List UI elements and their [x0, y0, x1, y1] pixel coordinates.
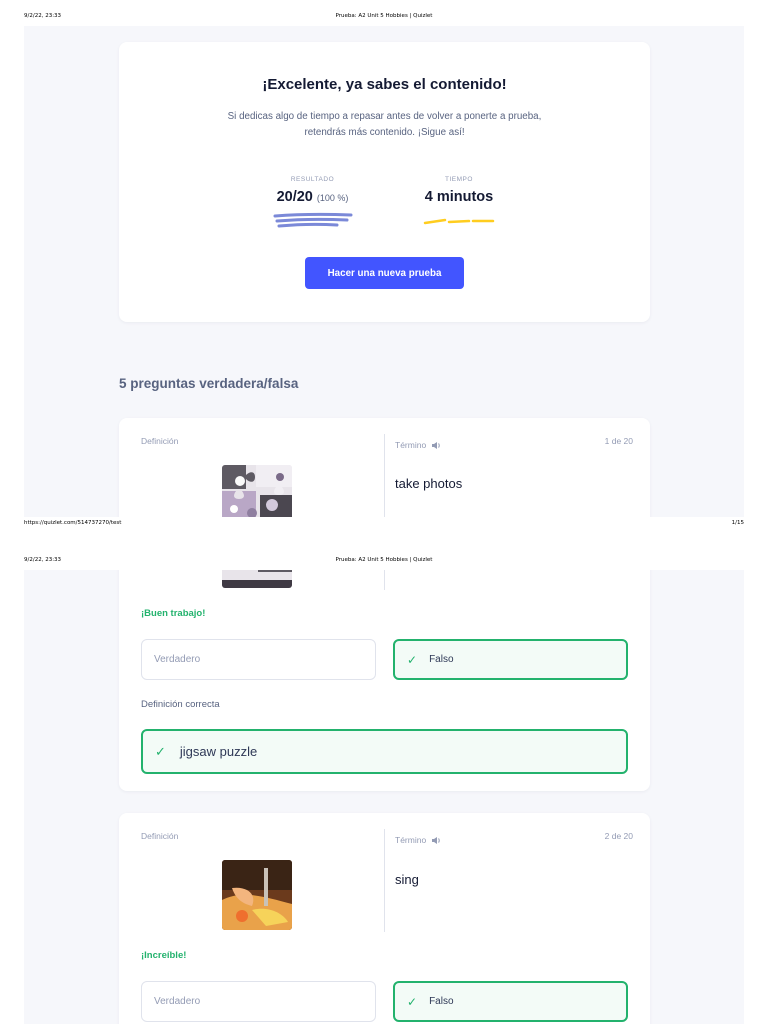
term-text: take photos: [395, 476, 463, 491]
option-true[interactable]: Verdadero: [141, 981, 376, 1022]
print-url: https://quizlet.com/514737270/test: [24, 520, 122, 526]
result-subtitle: Si dedicas algo de tiempo a repasar ante…: [227, 111, 542, 138]
column-divider: [384, 570, 385, 590]
question-counter: 2 de 20: [604, 831, 633, 841]
time-value: 4 minutos: [424, 189, 494, 205]
definition-label: Definición: [141, 436, 179, 446]
time-squiggle-icon: [423, 218, 495, 225]
check-icon: ✓: [407, 652, 418, 667]
score-value: 20/20 (100 %): [276, 189, 349, 205]
term-label: Término: [395, 835, 441, 845]
print-doc-title: Prueba: A2 Unit 5 Hobbies | Quizlet: [335, 13, 433, 19]
feedback-message: ¡Buen trabajo!: [141, 608, 206, 619]
check-icon: ✓: [155, 743, 166, 759]
column-divider: [384, 434, 385, 517]
new-test-button[interactable]: Hacer una nueva prueba: [305, 257, 464, 289]
page-2-viewport: ¡Buen trabajo! Verdadero ✓ Falso Definici…: [24, 570, 744, 1024]
option-false-selected[interactable]: ✓ Falso: [393, 981, 628, 1022]
result-card: ¡Excelente, ya sabes el contenido! Si de…: [119, 42, 650, 322]
question-card-1: Definición Término 1 de 20 take photos: [119, 418, 650, 517]
score-squiggle-icon: [273, 212, 353, 228]
section-title: 5 preguntas verdadera/falsa: [119, 376, 299, 391]
print-doc-title: Prueba: A2 Unit 5 Hobbies | Quizlet: [335, 557, 433, 563]
audio-icon[interactable]: [431, 441, 441, 450]
print-page-count: 1/15: [731, 520, 744, 526]
term-text: sing: [395, 872, 419, 887]
column-divider: [384, 829, 385, 932]
sewing-image: [222, 860, 292, 930]
print-header-page-1: 9/2/22, 23:33 Prueba: A2 Unit 5 Hobbies …: [0, 0, 768, 19]
correct-definition-label: Definición correcta: [141, 699, 220, 710]
option-true[interactable]: Verdadero: [141, 639, 376, 680]
question-counter: 1 de 20: [604, 436, 633, 446]
page-1-viewport: ¡Excelente, ya sabes el contenido! Si de…: [24, 26, 744, 517]
result-title: ¡Excelente, ya sabes el contenido!: [262, 76, 507, 93]
time-stat: TIEMPO 4 minutos: [409, 176, 509, 205]
definition-label: Definición: [141, 831, 179, 841]
time-label: TIEMPO: [445, 176, 473, 183]
score-label: RESULTADO: [290, 176, 335, 183]
print-header-page-2: 9/2/22, 23:33 Prueba: A2 Unit 5 Hobbies …: [0, 544, 768, 563]
print-footer-page-1: https://quizlet.com/514737270/test 1/15: [0, 519, 768, 533]
check-icon: ✓: [407, 994, 418, 1009]
audio-icon[interactable]: [431, 836, 441, 845]
question-card-2: Definición Término 2 de 20 sing ¡Increíb…: [119, 813, 650, 1024]
score-percent: (100 %): [316, 193, 349, 203]
term-label: Término: [395, 440, 441, 450]
question-card-1-continued: ¡Buen trabajo! Verdadero ✓ Falso Definici…: [119, 570, 650, 791]
score-stat: RESULTADO 20/20 (100 %): [255, 176, 370, 205]
jigsaw-puzzle-image: [222, 570, 292, 588]
option-false-selected[interactable]: ✓ Falso: [393, 639, 628, 680]
correct-definition: ✓ jigsaw puzzle: [141, 729, 628, 774]
feedback-message: ¡Increíble!: [141, 950, 187, 961]
jigsaw-puzzle-image: [222, 465, 292, 517]
